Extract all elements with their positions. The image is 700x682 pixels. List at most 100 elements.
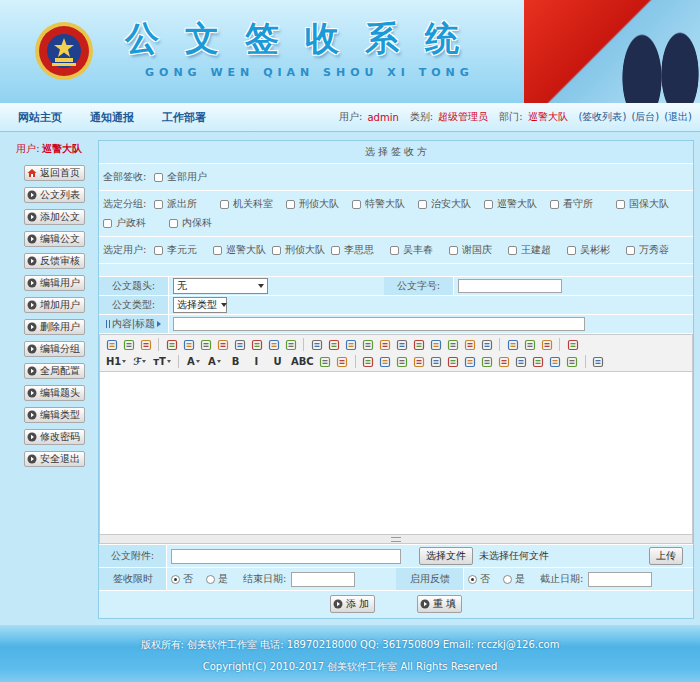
toolbar-button[interactable]: [394, 337, 409, 352]
toolbar-button[interactable]: [335, 354, 350, 369]
doc-type-select[interactable]: 选择类型: [173, 297, 227, 313]
toolbar-button[interactable]: [361, 354, 376, 369]
upload-button[interactable]: 上传: [649, 547, 683, 565]
user-action-link[interactable]: (后台): [631, 110, 659, 124]
checkbox-box[interactable]: [567, 246, 576, 255]
toolbar-button[interactable]: [591, 354, 606, 369]
toolbar-button[interactable]: [232, 337, 247, 352]
toolbar-button[interactable]: [548, 354, 563, 369]
checkbox-box[interactable]: [449, 246, 458, 255]
toolbar-button[interactable]: [318, 354, 333, 369]
radio-option[interactable]: 否: [468, 572, 490, 586]
toolbar-button[interactable]: [429, 354, 444, 369]
radio-circle[interactable]: [468, 575, 477, 584]
checkbox-box[interactable]: [616, 200, 625, 209]
sidebar-item[interactable]: 编辑分组: [24, 341, 85, 357]
checkbox-box[interactable]: [331, 246, 340, 255]
recipient-checkbox[interactable]: 刑侦大队: [286, 197, 352, 211]
toolbar-button[interactable]: [343, 337, 358, 352]
sidebar-item[interactable]: 编辑用户: [24, 275, 85, 291]
toolbar-button[interactable]: [497, 354, 512, 369]
form-button[interactable]: 添 加: [330, 595, 375, 613]
sidebar-item[interactable]: 编辑类型: [24, 407, 85, 423]
toolbar-button[interactable]: [326, 337, 341, 352]
toolbar-menu[interactable]: ℱ: [130, 354, 149, 369]
recipient-checkbox[interactable]: 全部用户: [154, 170, 220, 184]
checkbox-box[interactable]: [484, 200, 493, 209]
toolbar-text-button[interactable]: I: [247, 354, 266, 369]
radio-option[interactable]: 是: [503, 572, 525, 586]
toolbar-button[interactable]: [505, 337, 520, 352]
toolbar-button[interactable]: [480, 354, 495, 369]
user-action-link[interactable]: (退出): [664, 110, 692, 124]
toolbar-button[interactable]: [360, 337, 375, 352]
toolbar-button[interactable]: [266, 337, 281, 352]
toolbar-button[interactable]: [539, 337, 554, 352]
toolbar-button[interactable]: [565, 337, 580, 352]
checkbox-box[interactable]: [286, 200, 295, 209]
checkbox-box[interactable]: [154, 200, 163, 209]
doc-head-select[interactable]: 无: [173, 278, 268, 294]
checkbox-box[interactable]: [154, 173, 163, 182]
checkbox-box[interactable]: [220, 200, 229, 209]
sidebar-item[interactable]: 返回首页: [24, 165, 85, 181]
toolbar-button[interactable]: [215, 337, 230, 352]
toolbar-menu[interactable]: A: [184, 354, 203, 369]
nav-link[interactable]: 网站主页: [18, 110, 62, 125]
recipient-checkbox[interactable]: 吴彬彬: [567, 243, 626, 257]
toolbar-menu[interactable]: тT: [151, 354, 173, 369]
sidebar-item[interactable]: 删除用户: [24, 319, 85, 335]
toolbar-button[interactable]: [428, 337, 443, 352]
user-action-link[interactable]: (签收列表): [579, 110, 627, 124]
toolbar-button[interactable]: [181, 337, 196, 352]
recipient-checkbox[interactable]: 巡警大队: [213, 243, 272, 257]
toolbar-button[interactable]: [445, 337, 460, 352]
recipient-checkbox[interactable]: 刑侦大队: [272, 243, 331, 257]
toolbar-menu[interactable]: H1: [104, 354, 128, 369]
sidebar-item[interactable]: 修改密码: [24, 429, 85, 445]
recipient-checkbox[interactable]: 谢国庆: [449, 243, 508, 257]
recipient-checkbox[interactable]: 派出所: [154, 197, 220, 211]
editor-resize-handle[interactable]: [99, 534, 693, 544]
checkbox-box[interactable]: [213, 246, 222, 255]
sidebar-item[interactable]: 添加公文: [24, 209, 85, 225]
toolbar-button[interactable]: [522, 337, 537, 352]
checkbox-box[interactable]: [154, 246, 163, 255]
toolbar-button[interactable]: [249, 337, 264, 352]
radio-circle[interactable]: [206, 575, 215, 584]
radio-circle[interactable]: [171, 575, 180, 584]
sidebar-item[interactable]: 公文列表: [24, 187, 85, 203]
recipient-checkbox[interactable]: 特警大队: [352, 197, 418, 211]
toolbar-button[interactable]: [462, 337, 477, 352]
recipient-checkbox[interactable]: 李元元: [154, 243, 213, 257]
sidebar-item[interactable]: 编辑题头: [24, 385, 85, 401]
toolbar-button[interactable]: [565, 354, 580, 369]
recipient-checkbox[interactable]: 王建超: [508, 243, 567, 257]
toolbar-button[interactable]: [463, 354, 478, 369]
toolbar-button[interactable]: [121, 337, 136, 352]
toolbar-button[interactable]: [283, 337, 298, 352]
toolbar-button[interactable]: [378, 354, 393, 369]
checkbox-box[interactable]: [390, 246, 399, 255]
attachment-input[interactable]: [171, 549, 401, 564]
radio-circle[interactable]: [503, 575, 512, 584]
recipient-checkbox[interactable]: 吴丰春: [390, 243, 449, 257]
toolbar-text-button[interactable]: U: [268, 354, 287, 369]
toolbar-button[interactable]: [531, 354, 546, 369]
content-title-input[interactable]: [173, 317, 585, 331]
nav-link[interactable]: 通知通报: [90, 110, 134, 125]
recipient-checkbox[interactable]: 内保科: [169, 216, 235, 230]
sidebar-item[interactable]: 增加用户: [24, 297, 85, 313]
recipient-checkbox[interactable]: 万秀蓉: [626, 243, 685, 257]
radio-option[interactable]: 是: [206, 572, 228, 586]
toolbar-button[interactable]: [514, 354, 529, 369]
toolbar-button[interactable]: [479, 337, 494, 352]
toolbar-button[interactable]: [138, 337, 153, 352]
toolbar-text-button[interactable]: ABC: [289, 354, 316, 369]
toolbar-button[interactable]: [446, 354, 461, 369]
toolbar-button[interactable]: [164, 337, 179, 352]
sidebar-item[interactable]: 安全退出: [24, 451, 85, 467]
recipient-checkbox[interactable]: 李思思: [331, 243, 390, 257]
toolbar-text-button[interactable]: B: [226, 354, 245, 369]
toolbar-button[interactable]: [395, 354, 410, 369]
